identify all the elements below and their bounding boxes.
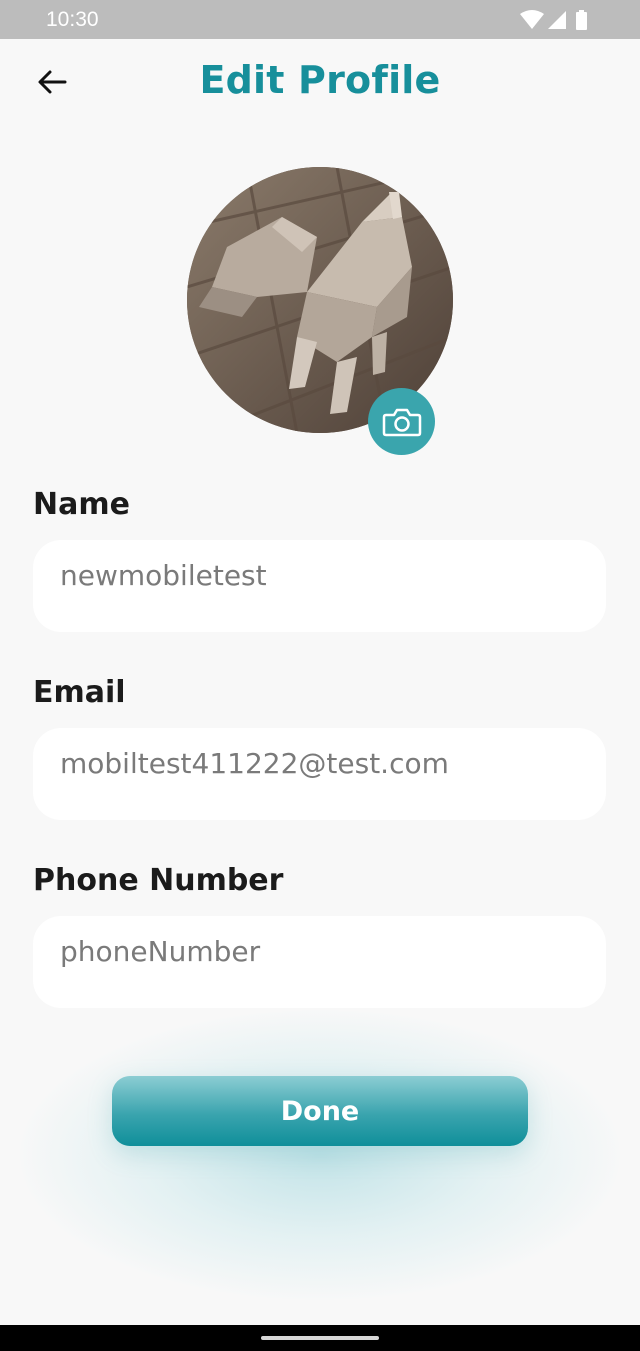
status-icons xyxy=(518,9,598,31)
phone-number-label: Phone Number xyxy=(33,863,284,898)
page-title: Edit Profile xyxy=(199,58,441,102)
signal-icon xyxy=(548,11,566,29)
navigation-bar xyxy=(0,1325,640,1351)
button-glow xyxy=(20,1010,620,1300)
email-input[interactable]: mobiltest411222@test.com xyxy=(33,728,606,820)
name-label: Name xyxy=(33,487,130,522)
wifi-icon xyxy=(520,10,544,29)
name-input[interactable]: newmobiletest xyxy=(33,540,606,632)
status-bar: 10:30 xyxy=(0,0,640,39)
email-label: Email xyxy=(33,675,126,710)
edit-profile-screen: 10:30 Edit Profile Name newmobiletest Em… xyxy=(0,0,640,1351)
camera-icon xyxy=(382,408,421,436)
home-indicator[interactable] xyxy=(261,1336,379,1340)
phone-number-input[interactable]: phoneNumber xyxy=(33,916,606,1008)
done-button[interactable]: Done xyxy=(112,1076,528,1146)
battery-icon xyxy=(576,10,587,30)
change-photo-button[interactable] xyxy=(368,388,435,455)
status-time: 10:30 xyxy=(46,8,99,31)
